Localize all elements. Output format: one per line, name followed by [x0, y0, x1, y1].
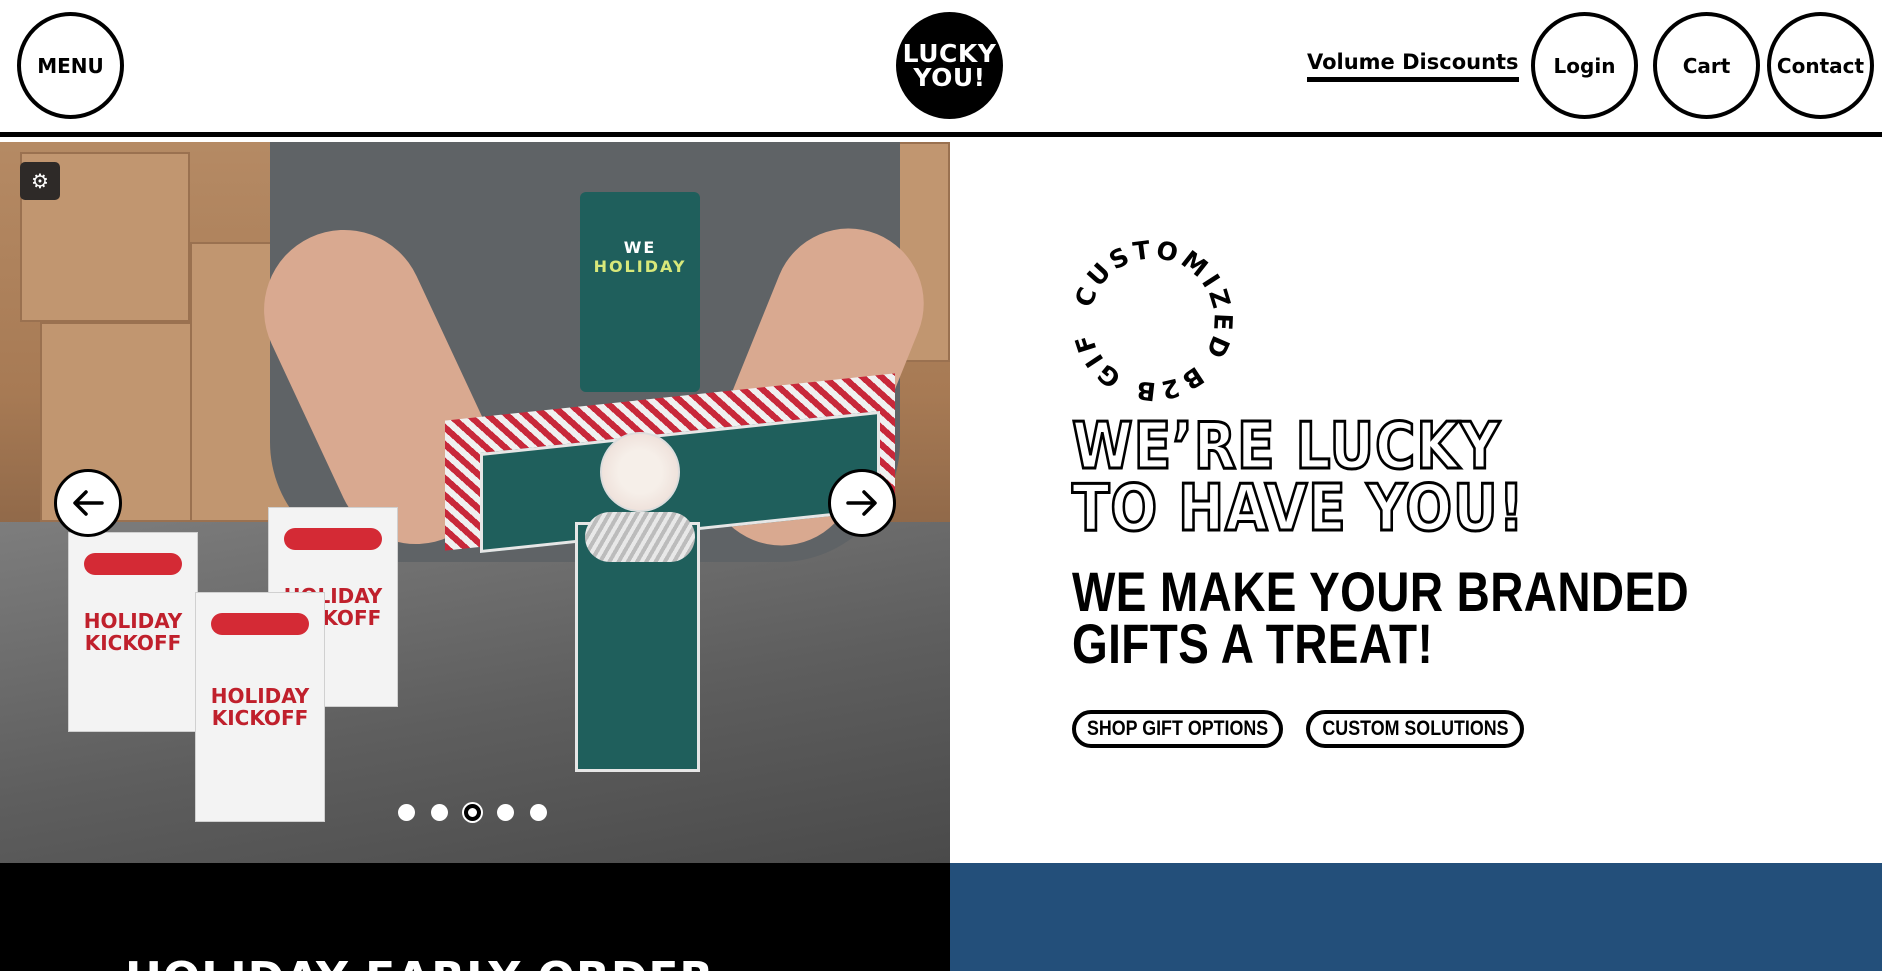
hero-subheadline: WE MAKE YOUR BRANDED GIFTS A TREAT!	[1072, 560, 1690, 675]
customized-b2b-gifts-badge: CUSTOMIZED B2B GIFTS	[1059, 215, 1235, 406]
holiday-early-order-title: HOLIDAY EARLY ORDER	[125, 953, 714, 971]
hero-headline-line-2: TO HAVE YOU!	[1071, 472, 1525, 546]
small-gift-box: HOLIDAY KICKOFF	[68, 532, 198, 732]
blue-promo-section	[950, 863, 1882, 971]
shop-gift-options-button[interactable]: SHOP GIFT OPTIONS	[1072, 710, 1283, 748]
translate-button[interactable]: ⚙	[20, 162, 60, 200]
logo-line-1: LUCKY	[902, 38, 997, 68]
shop-gift-options-label: SHOP GIFT OPTIONS	[1086, 717, 1269, 740]
slider-next-button[interactable]	[828, 469, 896, 537]
slider-dots	[398, 804, 547, 821]
slider-dot[interactable]	[431, 804, 448, 821]
menu-button[interactable]: MENU	[17, 12, 124, 119]
arrow-left-icon	[73, 490, 104, 516]
small-gift-box: HOLIDAY KICKOFF	[195, 592, 325, 822]
slider-dot[interactable]	[530, 804, 547, 821]
custom-solutions-label: CUSTOM SOLUTIONS	[1321, 717, 1509, 740]
volume-discounts-link[interactable]: Volume Discounts	[1307, 50, 1519, 82]
logo[interactable]: LUCKY YOU!	[896, 12, 1003, 119]
slider-dot-active[interactable]	[464, 804, 481, 821]
box-text: HOLIDAY KICKOFF	[83, 609, 183, 655]
login-button[interactable]: Login	[1531, 12, 1638, 119]
slider-prev-button[interactable]	[54, 469, 122, 537]
logo-line-2: YOU!	[913, 62, 986, 92]
gift-label-top: WE	[623, 238, 657, 257]
hero-slide-image: WE HOLIDAY HOLIDAY KICKOFF HOLIDAY KICKO…	[0, 142, 950, 863]
hero-subheadline-line-1: WE MAKE YOUR BRANDED	[1072, 560, 1690, 623]
box-tag	[84, 553, 182, 575]
svg-text:CUSTOMIZED B2B GIFTS: CUSTOMIZED B2B GIFTS	[1070, 238, 1235, 403]
arrow-right-icon	[846, 490, 877, 516]
holiday-early-order-section: HOLIDAY EARLY ORDER	[0, 863, 950, 971]
gift-label-highlight: HOLIDAY	[593, 257, 687, 276]
slider-dot[interactable]	[398, 804, 415, 821]
contact-button[interactable]: Contact	[1767, 12, 1874, 119]
cart-button[interactable]: Cart	[1653, 12, 1760, 119]
gift-box-lid: WE HOLIDAY	[580, 192, 700, 392]
translate-icon: ⚙	[31, 170, 49, 193]
hero-slider: WE HOLIDAY HOLIDAY KICKOFF HOLIDAY KICKO…	[0, 142, 950, 863]
box-tag	[211, 613, 309, 635]
hero-subheadline-line-2: GIFTS A TREAT!	[1072, 612, 1434, 675]
gift-treat	[600, 432, 680, 512]
gift-shred	[585, 512, 695, 562]
custom-solutions-button[interactable]: CUSTOM SOLUTIONS	[1306, 710, 1524, 748]
box-tag	[284, 528, 382, 550]
badge-text: CUSTOMIZED B2B GIFTS	[1059, 215, 1234, 406]
badge-circle-text: CUSTOMIZED B2B GIFTS	[1059, 215, 1235, 406]
slider-dot[interactable]	[497, 804, 514, 821]
site-header: MENU LUCKY YOU! Volume Discounts Login C…	[0, 0, 1882, 137]
hero-headline-line-1: WE’RE LUCKY	[1071, 410, 1501, 484]
hero-headline: WE’RE LUCKY TO HAVE YOU!	[1071, 410, 1525, 546]
box-text: HOLIDAY KICKOFF	[210, 684, 310, 730]
